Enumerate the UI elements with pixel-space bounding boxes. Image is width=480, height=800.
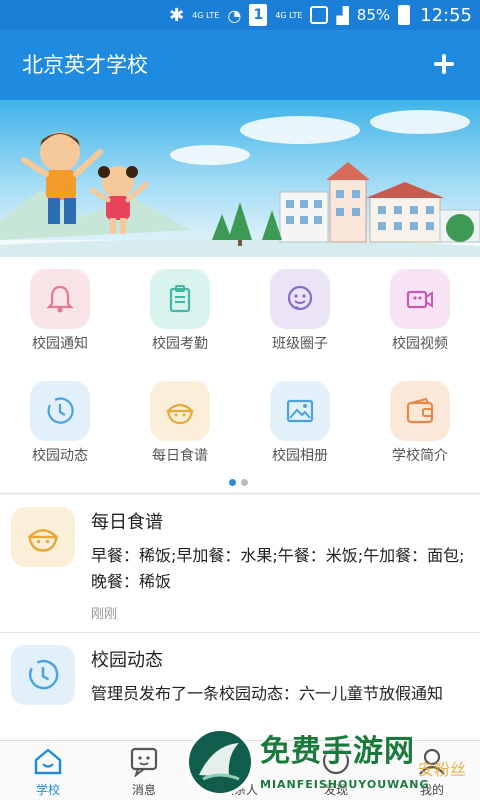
feature-school-attendance[interactable]: 校园考勤 [120, 257, 240, 369]
feed-item-title: 每日食谱 [91, 512, 163, 533]
tab-label: 学校 [35, 783, 60, 797]
feature-label: 校园通知 [32, 336, 88, 352]
school-banner[interactable] [0, 100, 480, 257]
feature-school-notice[interactable]: 校园通知 [0, 257, 120, 369]
feature-grid: 校园通知 校园考勤 班级圈子 校园视频 校园动态 每日食谱 校园相册 学校简介 [0, 257, 480, 492]
clock-icon [30, 381, 90, 441]
page-dot[interactable] [241, 479, 248, 486]
clock-icon [11, 645, 75, 705]
food-bowl-icon [11, 507, 75, 567]
plus-icon[interactable] [424, 44, 464, 84]
watermark-title: 免费手游网 [260, 734, 415, 769]
feed-item-body: 管理员发布了一条校园动态：六一儿童节放假通知 [91, 684, 444, 703]
feature-label: 每日食谱 [152, 448, 208, 464]
chat-icon [130, 747, 158, 777]
watermark-side-text: 安粉丝 [418, 760, 467, 779]
signal-icon [310, 6, 329, 24]
status-bar: ✱ 4G LTE ◔ 1 4G LTE ▟ 85% 12:55 [0, 0, 480, 30]
feature-daily-recipe[interactable]: 每日食谱 [120, 369, 240, 481]
clipboard-icon [150, 269, 210, 329]
app-header: 北京英才学校 [0, 30, 480, 100]
feature-school-video[interactable]: 校园视频 [360, 257, 480, 369]
feature-school-intro[interactable]: 学校简介 [360, 369, 480, 481]
bell-icon [30, 269, 90, 329]
tab-messages[interactable]: 消息 [96, 741, 192, 800]
page-title: 北京英才学校 [22, 53, 148, 77]
network-type-label: 4G LTE [192, 10, 220, 20]
feed-item-recipe[interactable]: 每日食谱 早餐：稀饭;早加餐：水果;午餐：米饭;午加餐：面包;晚餐：稀饭 刚刚 [0, 495, 480, 633]
banner-illustration [0, 110, 480, 257]
feature-label: 学校简介 [392, 448, 448, 464]
watermark-subtitle: MIANFEISHOUYOUWANG [260, 778, 430, 791]
smiley-chat-icon [270, 269, 330, 329]
signal-bars-icon: ▟ [336, 5, 349, 25]
photo-icon [270, 381, 330, 441]
feed-item-title: 校园动态 [91, 650, 163, 671]
wifi-icon: ◔ [227, 5, 242, 25]
feature-label: 校园考勤 [152, 336, 208, 352]
feature-label: 校园动态 [32, 448, 88, 464]
watermark: 免费手游网 MIANFEISHOUYOUWANG 安粉丝 [186, 726, 480, 800]
battery-percent: 85% [356, 6, 391, 24]
feed-item-news[interactable]: 校园动态 管理员发布了一条校园动态：六一儿童节放假通知 [0, 633, 480, 740]
tab-label: 消息 [131, 783, 156, 797]
page-indicator [229, 479, 248, 486]
feature-label: 校园视频 [392, 336, 448, 352]
home-icon [34, 748, 62, 775]
bluetooth-icon: ✱ [169, 4, 185, 26]
network-type-label-2: 4G LTE [275, 10, 303, 20]
video-camera-icon [390, 269, 450, 329]
feature-label: 班级圈子 [272, 336, 328, 352]
tab-school[interactable]: 学校 [0, 741, 96, 800]
page-dot-active[interactable] [229, 479, 236, 486]
feed-item-body: 早餐：稀饭;早加餐：水果;午餐：米饭;午加餐：面包;晚餐：稀饭 [91, 546, 465, 591]
feed-item-time: 刚刚 [91, 607, 118, 622]
clock-time: 12:55 [420, 4, 472, 26]
watermark-logo [186, 728, 254, 796]
food-bowl-icon [150, 381, 210, 441]
wallet-icon [390, 381, 450, 441]
feature-school-news[interactable]: 校园动态 [0, 369, 120, 481]
sim-indicator: 1 [249, 4, 268, 26]
feature-school-album[interactable]: 校园相册 [240, 369, 360, 481]
feature-label: 校园相册 [272, 448, 328, 464]
news-feed: 每日食谱 早餐：稀饭;早加餐：水果;午餐：米饭;午加餐：面包;晚餐：稀饭 刚刚 … [0, 495, 480, 740]
battery-icon [398, 5, 411, 25]
feature-class-circle[interactable]: 班级圈子 [240, 257, 360, 369]
